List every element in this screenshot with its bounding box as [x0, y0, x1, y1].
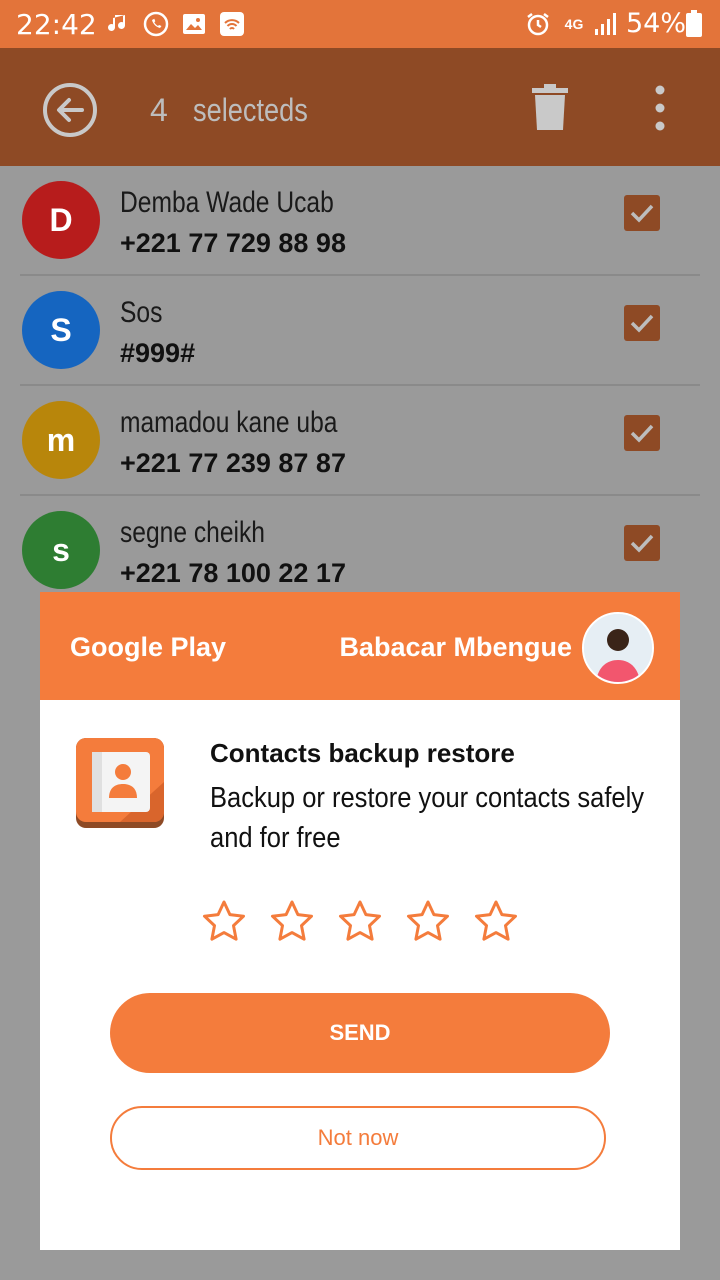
alarm-icon: [524, 10, 552, 38]
contact-row[interactable]: s segne cheikh +221 78 100 22 17: [0, 496, 720, 606]
status-bar: 22:42 4G 54%: [0, 0, 720, 48]
avatar: S: [22, 291, 100, 369]
star-1-icon[interactable]: [200, 898, 248, 946]
user-avatar: [582, 612, 654, 684]
star-4-icon[interactable]: [404, 898, 452, 946]
contact-phone: #999#: [120, 338, 196, 368]
contact-phone: +221 77 239 87 87: [120, 448, 346, 478]
contact-checkbox[interactable]: [624, 415, 660, 451]
dialog-header: Google Play Babacar Mbengue: [40, 592, 680, 700]
battery-percent: 54%: [626, 8, 687, 39]
back-arrow-icon[interactable]: [42, 82, 98, 138]
whatsapp-notification-icon: [142, 10, 170, 38]
contact-checkbox[interactable]: [624, 195, 660, 231]
contact-checkbox[interactable]: [624, 305, 660, 341]
avatar: m: [22, 401, 100, 479]
avatar: D: [22, 181, 100, 259]
network-type-icon: 4G: [564, 16, 584, 32]
contact-phone: +221 77 729 88 98: [120, 228, 346, 258]
star-2-icon[interactable]: [268, 898, 316, 946]
wifi-notification-icon: [218, 10, 246, 38]
contact-name: mamadou kane uba: [120, 406, 338, 439]
contact-name: Demba Wade Ucab: [120, 186, 334, 219]
selected-label: selecteds: [193, 92, 308, 128]
star-3-icon[interactable]: [336, 898, 384, 946]
not-now-button[interactable]: Not now: [110, 1106, 606, 1170]
app-title: Contacts backup restore: [210, 738, 515, 768]
contact-name: Sos: [120, 296, 163, 329]
star-5-icon[interactable]: [472, 898, 520, 946]
user-name: Babacar Mbengue: [339, 632, 572, 662]
music-notification-icon: [104, 10, 132, 38]
contact-phone: +221 78 100 22 17: [120, 558, 346, 588]
app-bar: 4 selecteds: [0, 48, 720, 166]
signal-icon: [592, 10, 620, 38]
selected-count: 4: [150, 92, 168, 128]
contact-name: segne cheikh: [120, 516, 265, 549]
more-options-icon[interactable]: [648, 84, 672, 132]
contact-row[interactable]: m mamadou kane uba +221 77 239 87 87: [0, 386, 720, 496]
send-button[interactable]: SEND: [110, 993, 610, 1073]
rating-dialog: Google Play Babacar Mbengue Contacts bac…: [40, 592, 680, 1250]
contact-checkbox[interactable]: [624, 525, 660, 561]
avatar: s: [22, 511, 100, 589]
gallery-notification-icon: [180, 10, 208, 38]
app-icon: [76, 738, 164, 828]
contact-row[interactable]: D Demba Wade Ucab +221 77 729 88 98: [0, 166, 720, 276]
star-rating[interactable]: [200, 898, 520, 948]
contact-row[interactable]: S Sos #999#: [0, 276, 720, 386]
delete-icon[interactable]: [530, 84, 570, 132]
app-description: Backup or restore your contacts safely a…: [210, 782, 645, 854]
battery-icon: [684, 10, 704, 38]
clock: 22:42: [16, 8, 97, 41]
store-name: Google Play: [70, 632, 227, 662]
